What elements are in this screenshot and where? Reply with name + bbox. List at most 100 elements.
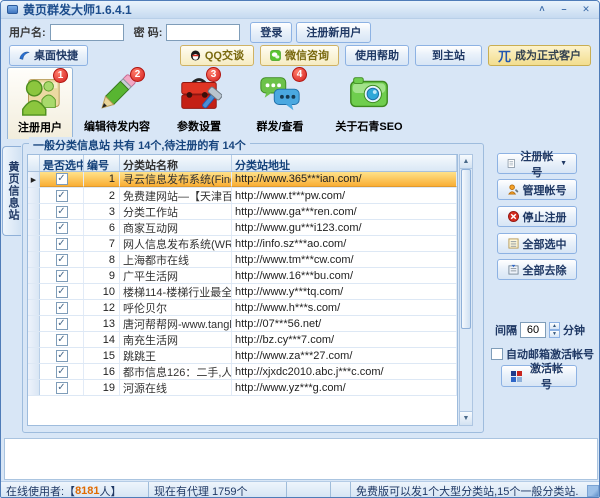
resize-grip[interactable] [587, 485, 599, 497]
group-title: 一般分类信息站 共有 14个,待注册的有 14个 [29, 137, 250, 153]
row-checkbox[interactable] [56, 286, 68, 298]
row-site-name: 楼梯114-楼梯行业最全的信息交流 [120, 284, 232, 299]
deselect-all-button[interactable]: 全部去除 [497, 259, 577, 280]
row-checkbox[interactable] [56, 254, 68, 266]
deselect-all-icon [508, 264, 519, 275]
table-row[interactable]: 16 都市信息126：二手,人才,房产,免费 http://xjxdc2010.… [28, 364, 457, 380]
table-row[interactable]: 9 广平生活网 http://www.16***bu.com/ [28, 268, 457, 284]
row-checkbox[interactable] [56, 366, 68, 378]
row-site-name: 商家互动网 [120, 220, 232, 235]
manage-account-button[interactable]: 管理帐号 [497, 179, 577, 200]
row-id: 3 [84, 204, 120, 219]
row-site-url: http://www.t***pw.com/ [232, 188, 457, 203]
table-row[interactable]: 8 上海都市在线 http://www.tm***cw.com/ [28, 252, 457, 268]
row-checkbox[interactable] [56, 318, 68, 330]
tab-parameters[interactable]: 3 参数设置 [161, 67, 237, 139]
wechat-button[interactable]: 微信咨询 [260, 45, 339, 66]
col-header-url: 分类站地址 [232, 155, 457, 171]
scroll-up-icon[interactable]: ▲ [460, 155, 472, 169]
row-checkbox[interactable] [56, 173, 68, 185]
row-selector [28, 284, 40, 299]
interval-stepper[interactable]: ▲ ▼ [549, 322, 560, 338]
row-id: 6 [84, 220, 120, 235]
table-row[interactable]: 3 分类工作站 http://www.ga***ren.com/ [28, 204, 457, 220]
row-checkbox[interactable] [56, 350, 68, 362]
col-header-checked: 是否选中 [40, 155, 84, 171]
stop-register-button[interactable]: 停止注册 [497, 206, 577, 227]
password-input[interactable] [166, 24, 240, 41]
row-site-name: 呼伦贝尔 [120, 300, 232, 315]
chevron-down-icon: ▼ [560, 160, 567, 167]
table-row[interactable]: 10 楼梯114-楼梯行业最全的信息交流 http://www.y***tq.c… [28, 284, 457, 300]
row-site-name: 河源在线 [120, 380, 232, 395]
row-site-url: http://www.h***s.com/ [232, 300, 457, 315]
register-new-user-button[interactable]: 注册新用户 [296, 22, 371, 43]
status-bar: 在线使用者:【8181人】 现在有代理 1759个 免费版可以发1个大型分类站,… [1, 481, 600, 498]
row-checkbox[interactable] [56, 334, 68, 346]
free-version-note: 免费版可以发1个大型分类站,15个一般分类站. [351, 482, 587, 498]
select-all-icon [508, 238, 519, 249]
desktop-shortcut-button[interactable]: 桌面快捷 [9, 45, 88, 66]
row-id: 12 [84, 300, 120, 315]
table-row[interactable]: 13 唐河帮帮网-www.tanghebangbang http://07***… [28, 316, 457, 332]
table-row[interactable]: 14 南充生活网 http://bz.cy***7.com/ [28, 332, 457, 348]
table-row[interactable]: 19 河源在线 http://www.yz***g.com/ [28, 380, 457, 396]
table-row[interactable]: 6 商家互动网 http://www.gu***i123.com/ [28, 220, 457, 236]
interval-input[interactable] [520, 322, 546, 338]
auto-email-checkbox[interactable] [491, 348, 503, 360]
row-checkbox[interactable] [56, 206, 68, 218]
table-body: ▶ 1 寻云信息发布系统(FindYun)|><最 http://www.365… [28, 172, 457, 396]
table-row[interactable]: 7 网人信息发布系统(WRMPS)|><最 http://info.sz***a… [28, 236, 457, 252]
scroll-down-icon[interactable]: ▼ [460, 411, 472, 425]
collapse-button[interactable]: ˄ [535, 4, 549, 15]
row-selector [28, 236, 40, 251]
row-selector [28, 188, 40, 203]
interval-unit: 分钟 [563, 322, 585, 338]
row-checkbox[interactable] [56, 382, 68, 394]
activate-account-button[interactable]: 激活帐号 [501, 365, 577, 387]
row-selector [28, 332, 40, 347]
row-site-url: http://www.za***27.com/ [232, 348, 457, 363]
login-button[interactable]: 登录 [250, 22, 292, 43]
manage-icon [508, 184, 519, 195]
row-selector [28, 300, 40, 315]
row-site-name: 跳跳王 [120, 348, 232, 363]
stepper-down-icon[interactable]: ▼ [549, 330, 560, 338]
table-row[interactable]: 12 呼伦贝尔 http://www.h***s.com/ [28, 300, 457, 316]
main-site-button[interactable]: 到主站 [415, 45, 482, 66]
tab-edit-content[interactable]: 2 编辑待发内容 [73, 67, 161, 139]
tab-mass-send-view[interactable]: 4 群发/查看 [237, 67, 323, 139]
tab-about-shiqing-seo[interactable]: 关于石青SEO [323, 67, 415, 139]
stepper-up-icon[interactable]: ▲ [549, 322, 560, 330]
qq-chat-button[interactable]: QQ交谈 [180, 45, 254, 66]
row-checkbox[interactable] [56, 302, 68, 314]
row-site-url: http://www.tm***cw.com/ [232, 252, 457, 267]
log-area [4, 438, 598, 480]
row-selector [28, 204, 40, 219]
username-input[interactable] [50, 24, 124, 41]
row-checkbox[interactable] [56, 238, 68, 250]
action-panel: 注册帐号 ▼ 管理帐号 停止注册 [487, 139, 599, 435]
close-button[interactable]: ✕ [579, 4, 593, 15]
row-site-name: 南充生活网 [120, 332, 232, 347]
table-scrollbar[interactable]: ▲ ▼ [459, 154, 473, 426]
row-checkbox[interactable] [56, 222, 68, 234]
row-selector [28, 268, 40, 283]
select-all-button[interactable]: 全部选中 [497, 233, 577, 254]
scroll-thumb[interactable] [461, 169, 471, 329]
sidebar-tab-yellow-pages[interactable]: 黄页信息站 [2, 146, 21, 236]
become-customer-button[interactable]: 兀 成为正式客户 [488, 45, 591, 66]
minimize-button[interactable]: – [557, 4, 571, 15]
register-account-button[interactable]: 注册帐号 ▼ [497, 153, 577, 174]
help-button[interactable]: 使用帮助 [345, 45, 409, 66]
row-checkbox[interactable] [56, 270, 68, 282]
table-row[interactable]: ▶ 1 寻云信息发布系统(FindYun)|><最 http://www.365… [28, 172, 457, 188]
app-icon [7, 5, 18, 14]
table-row[interactable]: 15 跳跳王 http://www.za***27.com/ [28, 348, 457, 364]
row-site-url: http://info.sz***ao.com/ [232, 236, 457, 251]
tab-register-users[interactable]: 1 注册用户 [7, 67, 73, 139]
table-row[interactable]: 2 免费建网站—【天津百众网】打造 http://www.t***pw.com/ [28, 188, 457, 204]
row-id: 14 [84, 332, 120, 347]
row-selector [28, 316, 40, 331]
row-checkbox[interactable] [56, 190, 68, 202]
